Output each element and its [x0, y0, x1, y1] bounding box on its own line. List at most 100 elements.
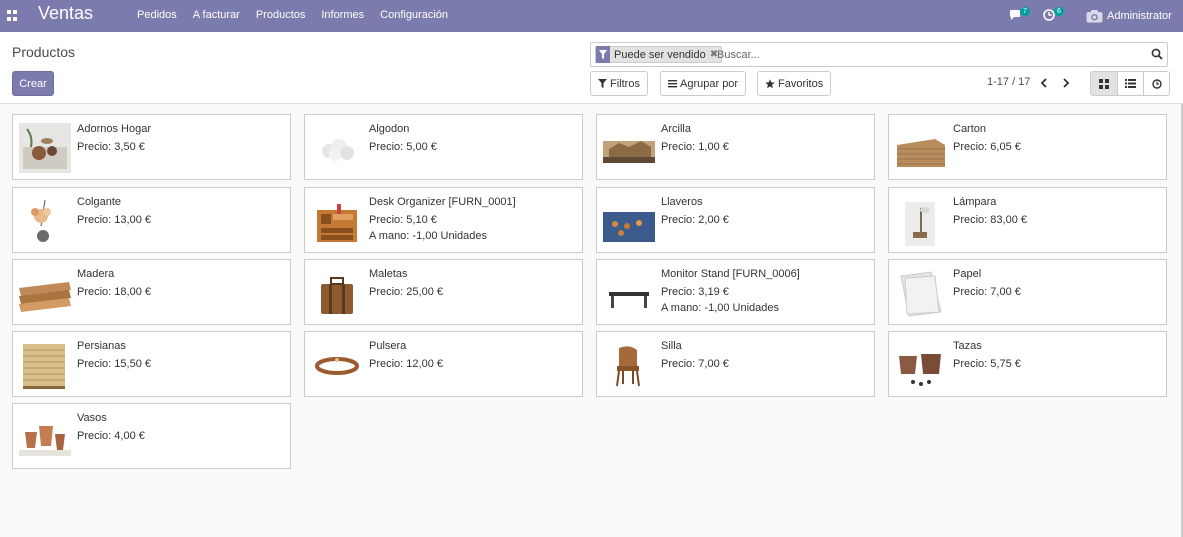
suitcase-image — [311, 268, 363, 318]
messages-count-badge: 7 — [1020, 7, 1030, 16]
filters-button[interactable]: Filtros — [590, 71, 648, 96]
desk-organizer-image — [311, 196, 363, 246]
product-price: Precio: 4,00 € — [77, 430, 145, 442]
activities-button[interactable]: 6 — [1043, 7, 1067, 23]
user-name: Administrator — [1107, 10, 1172, 22]
list-lines-icon — [668, 80, 677, 88]
product-card[interactable]: Madera Precio: 18,00 € — [12, 259, 291, 325]
product-card[interactable]: Desk Organizer [FURN_0001] Precio: 5,10 … — [304, 187, 583, 253]
favorites-label: Favoritos — [778, 77, 824, 90]
list-icon — [1125, 79, 1136, 88]
product-price: Precio: 5,75 € — [953, 358, 1021, 370]
menu-item-pedidos[interactable]: Pedidos — [137, 9, 177, 21]
product-price: Precio: 5,10 € — [369, 214, 437, 226]
chevron-right-icon[interactable] — [1061, 77, 1071, 89]
group-by-label: Agrupar por — [680, 77, 739, 90]
create-button[interactable]: Crear — [12, 71, 54, 96]
page-title: Productos — [12, 44, 76, 60]
product-price: Precio: 7,00 € — [953, 286, 1021, 298]
menu-item-a-facturar[interactable]: A facturar — [193, 9, 240, 21]
product-name: Monitor Stand [FURN_0006] — [661, 268, 800, 280]
paper-image — [895, 268, 947, 318]
wood-image — [19, 268, 71, 318]
product-stock: A mano: -1,00 Unidades — [661, 302, 780, 314]
product-name: Pulsera — [369, 340, 407, 352]
product-price: Precio: 1,00 € — [661, 141, 729, 153]
product-card[interactable]: Vasos Precio: 4,00 € — [12, 403, 291, 469]
search-icon[interactable] — [1151, 48, 1163, 60]
star-icon — [765, 78, 775, 88]
user-menu[interactable]: Administrator — [1086, 8, 1181, 24]
pager-value[interactable]: 1-17 / 17 — [987, 76, 1030, 88]
search-input[interactable] — [717, 46, 1137, 63]
bracelet-image — [311, 340, 363, 390]
product-card[interactable]: Algodon Precio: 5,00 € — [304, 114, 583, 180]
product-name: Madera — [77, 268, 115, 280]
product-price: Precio: 3,19 € — [661, 286, 729, 298]
product-price: Precio: 3,50 € — [77, 141, 145, 153]
product-card[interactable]: Lámpara Precio: 83,00 € — [888, 187, 1167, 253]
product-card[interactable]: Colgante Precio: 13,00 € — [12, 187, 291, 253]
product-name: Maletas — [369, 268, 408, 280]
menu-item-informes[interactable]: Informes — [321, 9, 364, 21]
product-price: Precio: 2,00 € — [661, 214, 729, 226]
product-name: Carton — [953, 123, 987, 135]
decor-image — [19, 123, 71, 173]
product-card[interactable]: Llaveros Precio: 2,00 € — [596, 187, 875, 253]
facet-label: Puede ser vendido — [614, 48, 706, 61]
product-card[interactable]: Monitor Stand [FURN_0006] Precio: 3,19 €… — [596, 259, 875, 325]
blinds-image — [19, 340, 71, 390]
search-bar: Puede ser vendido ✖ — [590, 42, 1168, 67]
product-card[interactable]: Arcilla Precio: 1,00 € — [596, 114, 875, 180]
product-card[interactable]: Papel Precio: 7,00 € — [888, 259, 1167, 325]
group-by-button[interactable]: Agrupar por — [660, 71, 747, 96]
product-card[interactable]: Silla Precio: 7,00 € — [596, 331, 875, 397]
clay-image — [603, 123, 655, 173]
product-name: Vasos — [77, 412, 107, 424]
apps-menu-icon[interactable] — [7, 10, 18, 21]
filters-label: Filtros — [610, 77, 640, 90]
favorites-button[interactable]: Favoritos — [757, 71, 832, 96]
product-price: Precio: 25,00 € — [369, 286, 443, 298]
search-facet: Puede ser vendido ✖ — [595, 46, 723, 63]
clock-view-icon — [1151, 78, 1162, 89]
filter-icon — [598, 79, 607, 88]
menu-item-configuracion[interactable]: Configuración — [380, 9, 448, 21]
product-name: Tazas — [953, 340, 982, 352]
product-name: Llaveros — [661, 196, 703, 208]
list-view-button[interactable] — [1117, 72, 1143, 95]
product-card[interactable]: Maletas Precio: 25,00 € — [304, 259, 583, 325]
kanban-view-button[interactable] — [1091, 72, 1117, 95]
product-price: Precio: 7,00 € — [661, 358, 729, 370]
app-brand[interactable]: Ventas — [38, 3, 93, 24]
product-price: Precio: 12,00 € — [369, 358, 443, 370]
product-name: Algodon — [369, 123, 410, 135]
activity-view-button[interactable] — [1143, 72, 1169, 95]
grid-icon — [1099, 78, 1109, 89]
cups-image — [895, 340, 947, 390]
product-card[interactable]: Pulsera Precio: 12,00 € — [304, 331, 583, 397]
menu-item-productos[interactable]: Productos — [256, 9, 306, 21]
product-price: Precio: 15,50 € — [77, 358, 151, 370]
product-card[interactable]: Adornos Hogar Precio: 3,50 € — [12, 114, 291, 180]
product-price: Precio: 83,00 € — [953, 214, 1027, 226]
product-card[interactable]: Persianas Precio: 15,50 € — [12, 331, 291, 397]
pendant-image — [19, 196, 71, 246]
monitor-stand-image — [603, 268, 655, 318]
product-name: Adornos Hogar — [77, 123, 151, 135]
product-card[interactable]: Tazas Precio: 5,75 € — [888, 331, 1167, 397]
messages-button[interactable]: 7 — [1009, 7, 1033, 23]
control-panel: Productos Crear Puede ser vendido ✖ Filt… — [0, 32, 1183, 104]
product-name: Arcilla — [661, 123, 691, 135]
chair-image — [603, 340, 655, 390]
chevron-left-icon[interactable] — [1039, 77, 1049, 89]
filter-facet-icon — [596, 46, 610, 63]
lamp-image — [895, 196, 947, 246]
product-name: Colgante — [77, 196, 122, 208]
view-switcher — [1090, 71, 1170, 96]
pots-image — [19, 412, 71, 462]
product-price: Precio: 13,00 € — [77, 214, 151, 226]
product-card[interactable]: Carton Precio: 6,05 € — [888, 114, 1167, 180]
product-price: Precio: 18,00 € — [77, 286, 151, 298]
top-navbar: Ventas Pedidos A facturar Productos Info… — [0, 0, 1183, 32]
